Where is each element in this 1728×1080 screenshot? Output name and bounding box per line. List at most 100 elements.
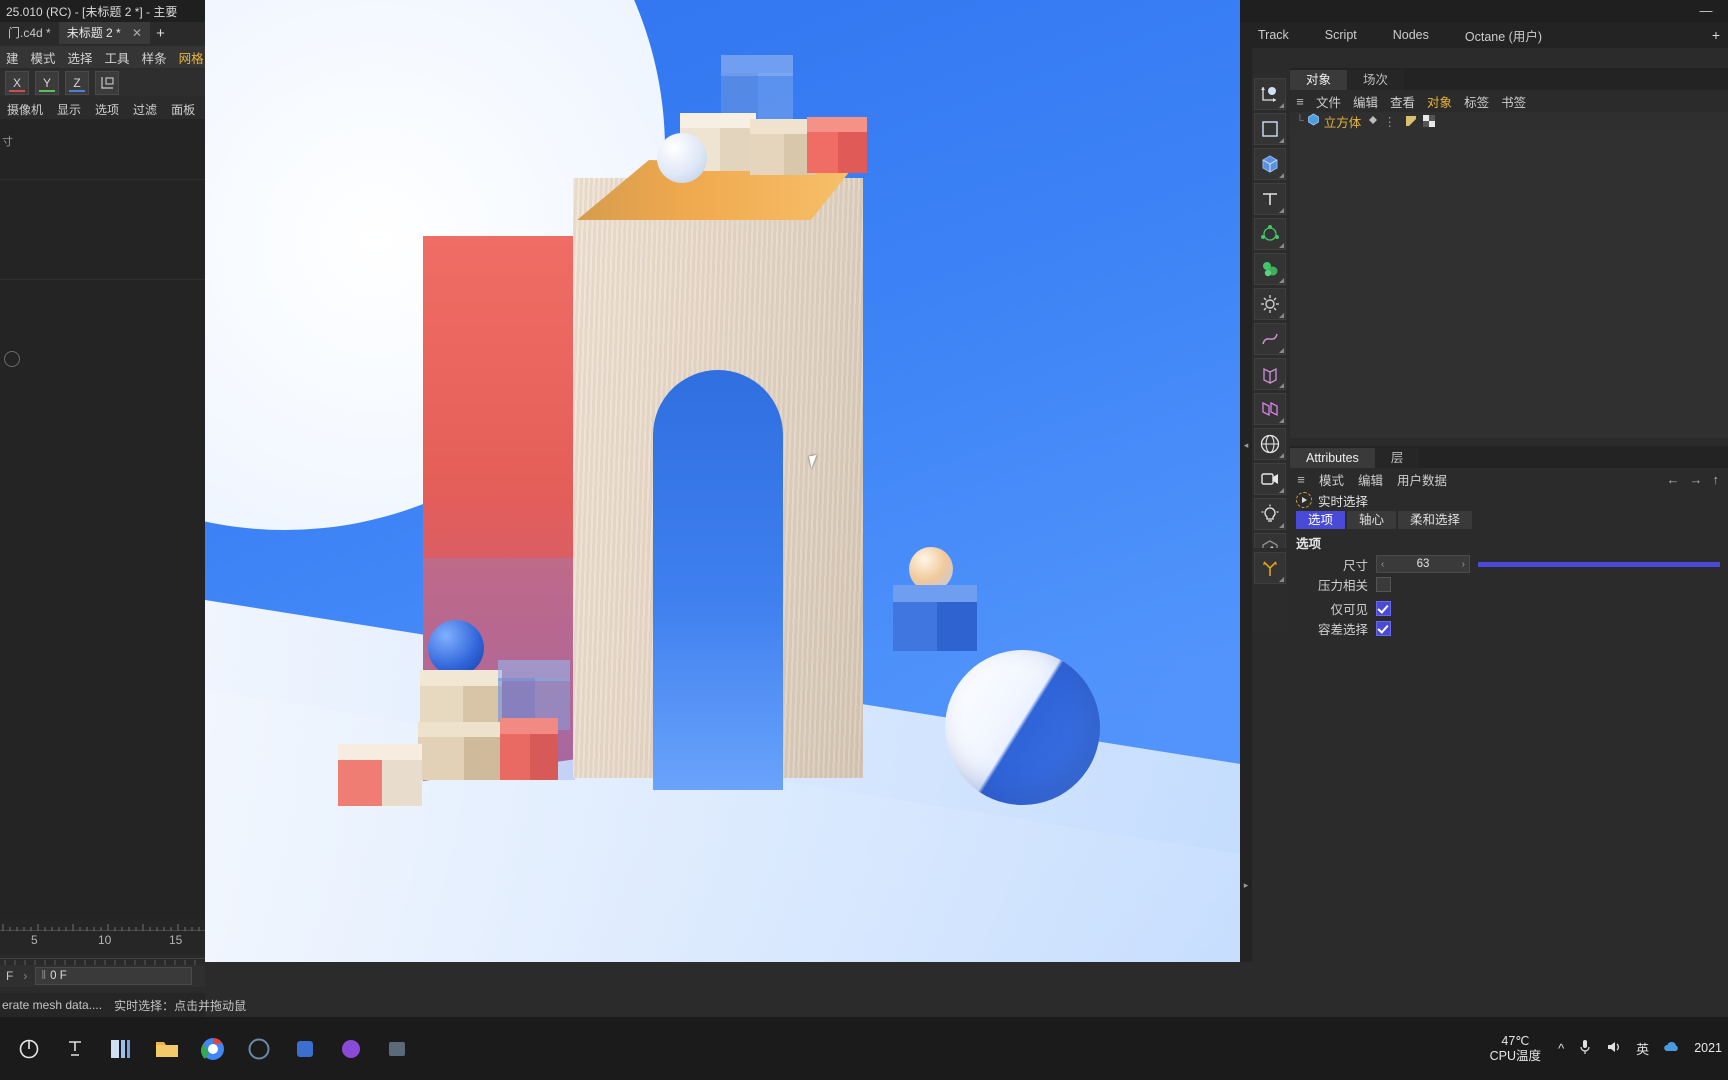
pressure-checkbox[interactable] (1376, 577, 1391, 592)
axis-z-button[interactable]: Z (65, 71, 89, 95)
viewport-menu-display[interactable]: 显示 (50, 101, 88, 118)
cpu-temp-widget[interactable]: 47℃ CPU温度 (1490, 1034, 1551, 1064)
attributes-hamburger-icon[interactable]: ≡ (1290, 472, 1312, 487)
tab-objects[interactable]: 对象 (1290, 70, 1347, 90)
array-icon[interactable] (1254, 218, 1286, 250)
left-viewport[interactable]: 寸 (0, 119, 205, 919)
spline-icon[interactable] (1254, 323, 1286, 355)
document-tab-0[interactable]: 门.c4d * (0, 22, 59, 44)
size-slider[interactable] (1478, 562, 1720, 567)
object-menu-tags[interactable]: 标签 (1458, 92, 1495, 111)
camera-icon[interactable] (1254, 463, 1286, 495)
timeline-ruler[interactable]: 5 10 15 (0, 931, 205, 955)
viewport-menu-panel[interactable]: 面板 (164, 101, 202, 118)
right-menu-track[interactable]: Track (1240, 28, 1307, 42)
move-axis-icon[interactable] (1254, 78, 1286, 110)
subtab-options[interactable]: 选项 (1296, 511, 1345, 529)
cube-icon[interactable] (1254, 148, 1286, 180)
document-tab-1[interactable]: 未标题 2 * ✕ (59, 22, 150, 44)
tolerant-selection-checkbox[interactable] (1376, 621, 1391, 636)
minimize-button[interactable]: — (1684, 0, 1728, 22)
object-menu-edit[interactable]: 编辑 (1347, 92, 1384, 111)
object-dots-icon[interactable]: ⋮ (1379, 114, 1401, 129)
axis-y-button[interactable]: Y (35, 71, 59, 95)
object-menu-bookmarks[interactable]: 书签 (1495, 92, 1532, 111)
close-icon[interactable]: ✕ (132, 26, 142, 40)
branch-icon[interactable] (1254, 552, 1286, 584)
mic-icon[interactable] (1571, 1039, 1599, 1058)
viewport-menu-options[interactable]: 选项 (88, 101, 126, 118)
app-icon[interactable] (282, 1026, 328, 1072)
object-manager-panel: 对象 场次 ≡ 文件 编辑 查看 对象 标签 书签 └ 立方体 ⋮ (1290, 68, 1728, 438)
chrome-icon[interactable] (190, 1026, 236, 1072)
size-spinner[interactable]: ‹ 63 › (1376, 555, 1470, 573)
purple-app-icon[interactable] (328, 1026, 374, 1072)
chevron-right-icon[interactable]: › (19, 969, 31, 983)
menu-item-create[interactable]: 建 (0, 48, 25, 67)
volume-icon[interactable] (1599, 1040, 1629, 1057)
object-row-cube[interactable]: └ 立方体 ⋮ (1290, 112, 1728, 130)
attributes-menu-mode[interactable]: 模式 (1312, 470, 1351, 489)
panel-splitter[interactable] (1240, 48, 1252, 962)
explorer-icon[interactable] (144, 1026, 190, 1072)
deformer-icon[interactable] (1254, 253, 1286, 285)
environment-icon[interactable] (1254, 428, 1286, 460)
subtab-soft-selection[interactable]: 柔和选择 (1398, 511, 1472, 529)
splitter-collapse-up-icon[interactable]: ◂ (1241, 440, 1251, 450)
start-icon[interactable] (6, 1026, 52, 1072)
menu-item-mode[interactable]: 模式 (25, 48, 62, 67)
viewport-menu-filter[interactable]: 过滤 (126, 101, 164, 118)
object-tool-rail (1252, 74, 1288, 623)
add-tab-button[interactable]: + (150, 25, 171, 42)
tab-takes[interactable]: 场次 (1347, 70, 1404, 90)
simulation-icon[interactable] (1254, 288, 1286, 320)
menu-item-spline[interactable]: 样条 (136, 48, 173, 67)
nav-back-icon[interactable]: ← (1662, 472, 1685, 487)
taskbar-clock[interactable]: 2021 (1688, 1041, 1722, 1056)
nav-forward-icon[interactable]: → (1685, 472, 1708, 487)
layer-diamond-icon[interactable] (1361, 114, 1379, 129)
attributes-menu-edit[interactable]: 编辑 (1351, 470, 1390, 489)
text-icon[interactable] (1254, 183, 1286, 215)
menu-item-tools[interactable]: 工具 (99, 48, 136, 67)
search-icon[interactable] (52, 1026, 98, 1072)
light-icon[interactable] (1254, 498, 1286, 530)
visible-only-checkbox[interactable] (1376, 601, 1391, 616)
ime-language-label[interactable]: 英 (1629, 1039, 1656, 1058)
tray-expand-icon[interactable]: ^ (1551, 1041, 1571, 1056)
add-layout-button[interactable]: + (1712, 27, 1728, 43)
nav-up-icon[interactable]: ↑ (1708, 472, 1725, 487)
object-manager-list[interactable] (1290, 130, 1728, 438)
tab-attributes[interactable]: Attributes (1290, 448, 1375, 468)
right-menu-octane[interactable]: Octane (用户) (1447, 26, 1560, 45)
mograph-icon[interactable] (1254, 358, 1286, 390)
clone-icon[interactable] (1254, 393, 1286, 425)
world-axis-icon[interactable] (95, 71, 119, 95)
spinner-right-icon[interactable]: › (1462, 559, 1465, 570)
right-menu-script[interactable]: Script (1307, 28, 1375, 42)
rectangle-icon[interactable] (1254, 113, 1286, 145)
tag-icon-1[interactable] (1405, 115, 1417, 127)
hamburger-icon[interactable]: ≡ (1290, 94, 1310, 109)
viewport-navigation-gizmo[interactable] (4, 351, 20, 367)
taskview-icon[interactable] (98, 1026, 144, 1072)
folder-app-icon[interactable] (374, 1026, 420, 1072)
attributes-menu-userdata[interactable]: 用户数据 (1390, 470, 1454, 489)
main-viewport[interactable] (205, 0, 1240, 962)
object-menu-file[interactable]: 文件 (1310, 92, 1347, 111)
subtab-axis[interactable]: 轴心 (1347, 511, 1396, 529)
splitter-collapse-down-icon[interactable]: ▸ (1241, 880, 1251, 890)
object-menu-object[interactable]: 对象 (1421, 92, 1458, 111)
right-menu-nodes[interactable]: Nodes (1375, 28, 1447, 42)
cloud-icon[interactable] (1656, 1040, 1688, 1057)
menu-item-select[interactable]: 选择 (62, 48, 99, 67)
viewport-menu-camera[interactable]: 摄像机 (0, 101, 50, 118)
tag-icon-2[interactable] (1423, 115, 1435, 127)
arch-opening (653, 370, 783, 790)
current-frame-field[interactable]: ‖ 0 F (35, 967, 192, 985)
object-menu-view[interactable]: 查看 (1384, 92, 1421, 111)
tab-layers[interactable]: 层 (1375, 448, 1420, 468)
frame-label: F (0, 969, 19, 983)
edge-icon[interactable] (236, 1026, 282, 1072)
axis-x-button[interactable]: X (5, 71, 29, 95)
